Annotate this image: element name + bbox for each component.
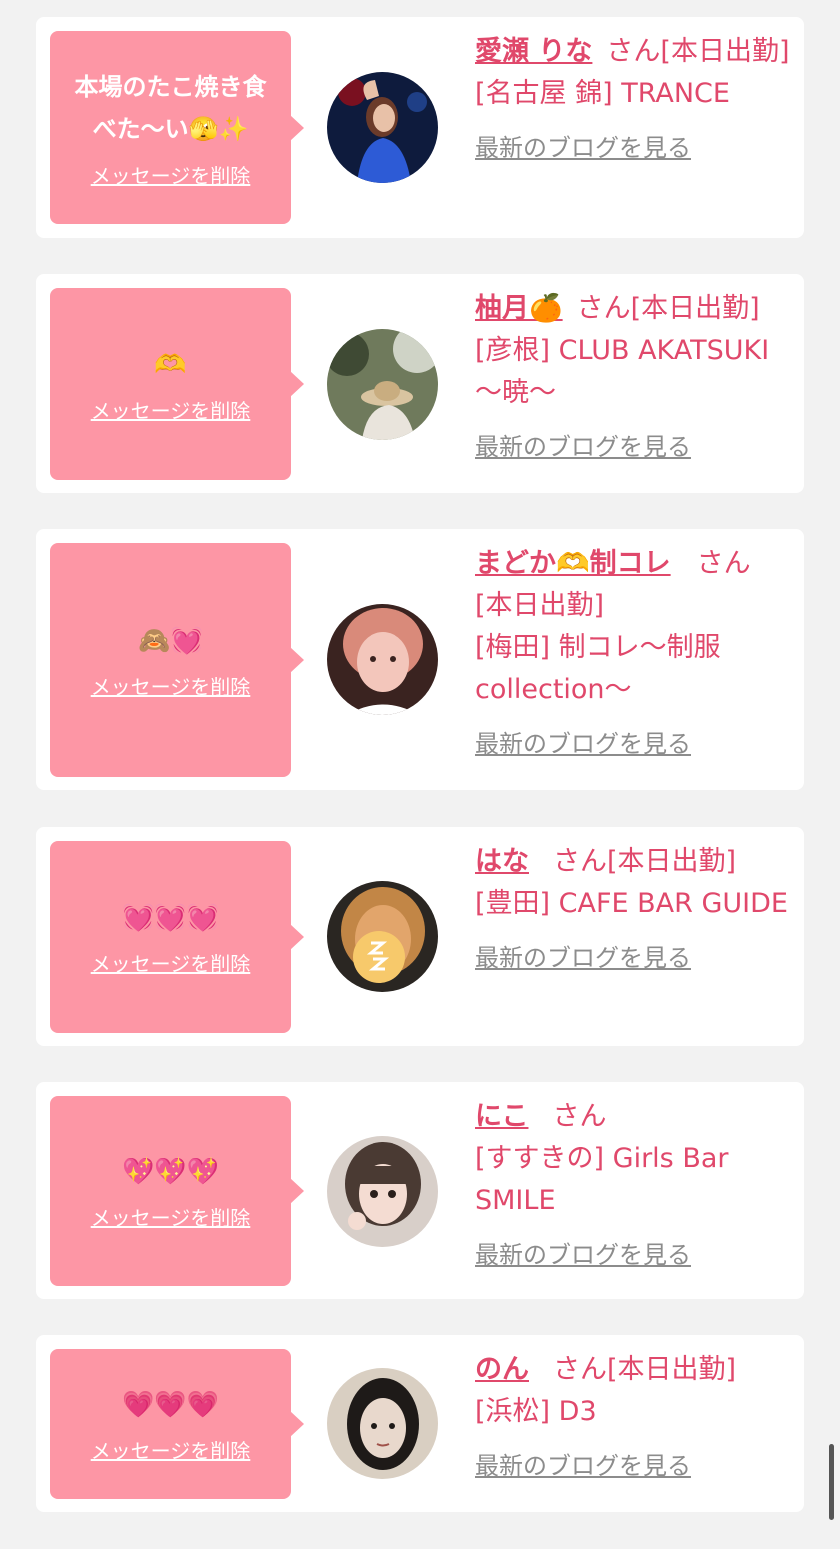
delete-message-link[interactable]: メッセージを削除	[91, 948, 251, 977]
cast-info: 柚月🍊 さん[本日出勤] [彦根] CLUB AKATSUKI 〜暁〜 最新のブロ…	[475, 288, 795, 468]
latest-blog-link[interactable]: 最新のブログを見る	[475, 723, 691, 765]
scrollbar[interactable]	[829, 1444, 834, 1520]
list-item: 💓💓💓 メッセージを削除 はな さん[本日出勤] [豊田] CAFE BAR GU…	[36, 827, 804, 1046]
status-badge: [本日出勤]	[475, 590, 605, 621]
list-item: 🙈💓 メッセージを削除 まどか🫶制コレ さん [本日出勤] [梅田] 制コレ〜制服c…	[36, 529, 804, 790]
cast-info: はな さん[本日出勤] [豊田] CAFE BAR GUIDE 最新のブログを見る	[475, 841, 795, 979]
avatar[interactable]	[327, 881, 438, 992]
honorific: さん	[696, 548, 751, 579]
avatar[interactable]	[327, 1368, 438, 1479]
latest-blog-link[interactable]: 最新のブログを見る	[475, 1445, 691, 1487]
message-text: 本場のたこ焼き食 べた〜い🫣✨	[74, 73, 267, 143]
delete-message-link[interactable]: メッセージを削除	[91, 1435, 251, 1464]
message-bubble: 💗💗💗 メッセージを削除	[50, 1349, 304, 1499]
message-bubble: 🙈💓 メッセージを削除	[50, 543, 304, 777]
avatar[interactable]	[327, 1136, 438, 1247]
honorific: さん	[606, 36, 661, 67]
message-bubble: 本場のたこ焼き食 べた〜い🫣✨ メッセージを削除	[50, 31, 304, 224]
latest-blog-link[interactable]: 最新のブログを見る	[475, 426, 691, 468]
message-bubble: 💓💓💓 メッセージを削除	[50, 841, 304, 1033]
list-item: 本場のたこ焼き食 べた〜い🫣✨ メッセージを削除 愛瀬 りな さん[本日出勤] […	[36, 17, 804, 238]
message-text: 🙈💓	[138, 625, 203, 656]
list-item: 🫶 メッセージを削除 柚月🍊 さん[本日出勤] [彦根] CLUB AKATSUK…	[36, 274, 804, 493]
delete-message-link[interactable]: メッセージを削除	[91, 160, 251, 189]
shop-name: [彦根] CLUB AKATSUKI 〜暁〜	[475, 335, 770, 408]
status-badge: [本日出勤]	[607, 1354, 737, 1385]
status-badge: [本日出勤]	[660, 36, 790, 67]
message-bubble: 🫶 メッセージを削除	[50, 288, 304, 480]
avatar[interactable]	[327, 329, 438, 440]
cast-name-link[interactable]: 柚月🍊	[475, 293, 563, 324]
honorific: さん	[576, 293, 631, 324]
cast-name-link[interactable]: まどか🫶制コレ	[475, 548, 671, 579]
cast-name-link[interactable]: 愛瀬 りな	[475, 36, 592, 67]
latest-blog-link[interactable]: 最新のブログを見る	[475, 1234, 691, 1276]
message-bubble: 💖💖💖 メッセージを削除	[50, 1096, 304, 1286]
cast-name-link[interactable]: はな	[475, 846, 529, 877]
message-text: 💖💖💖	[121, 1156, 220, 1187]
cast-info: のん さん[本日出勤] [浜松] D3 最新のブログを見る	[475, 1349, 795, 1487]
delete-message-link[interactable]: メッセージを削除	[91, 1202, 251, 1231]
honorific: さん	[553, 1354, 607, 1385]
message-text: 💓💓💓	[121, 902, 220, 933]
honorific: さん	[553, 846, 607, 877]
shop-name: [浜松] D3	[475, 1396, 597, 1427]
delete-message-link[interactable]: メッセージを削除	[91, 671, 251, 700]
shop-name: [梅田] 制コレ〜制服collection〜	[475, 632, 721, 705]
list-item: 💗💗💗 メッセージを削除 のん さん[本日出勤] [浜松] D3 最新のブログを見…	[36, 1335, 804, 1512]
shop-name: [豊田] CAFE BAR GUIDE	[475, 888, 788, 919]
cast-info: にこ さん [すすきの] Girls Bar SMILE 最新のブログを見る	[475, 1096, 795, 1276]
shop-name: [名古屋 錦] TRANCE	[475, 78, 730, 109]
message-text: 🫶	[154, 349, 187, 380]
status-badge: [本日出勤]	[607, 846, 737, 877]
latest-blog-link[interactable]: 最新のブログを見る	[475, 937, 691, 979]
cast-name-link[interactable]: のん	[475, 1354, 529, 1385]
cast-info: 愛瀬 りな さん[本日出勤] [名古屋 錦] TRANCE 最新のブログを見る	[475, 31, 795, 169]
avatar[interactable]	[327, 72, 438, 183]
honorific: さん	[552, 1101, 607, 1132]
list-item: 💖💖💖 メッセージを削除 にこ さん [すすきの] Girls Bar SMILE…	[36, 1082, 804, 1299]
status-badge: [本日出勤]	[630, 293, 760, 324]
shop-name: [すすきの] Girls Bar SMILE	[475, 1143, 729, 1216]
delete-message-link[interactable]: メッセージを削除	[91, 395, 251, 424]
message-text: 💗💗💗	[121, 1389, 220, 1420]
cast-name-link[interactable]: にこ	[475, 1101, 528, 1132]
avatar[interactable]	[327, 604, 438, 715]
latest-blog-link[interactable]: 最新のブログを見る	[475, 127, 691, 169]
cast-info: まどか🫶制コレ さん [本日出勤] [梅田] 制コレ〜制服collection〜 最…	[475, 543, 795, 765]
